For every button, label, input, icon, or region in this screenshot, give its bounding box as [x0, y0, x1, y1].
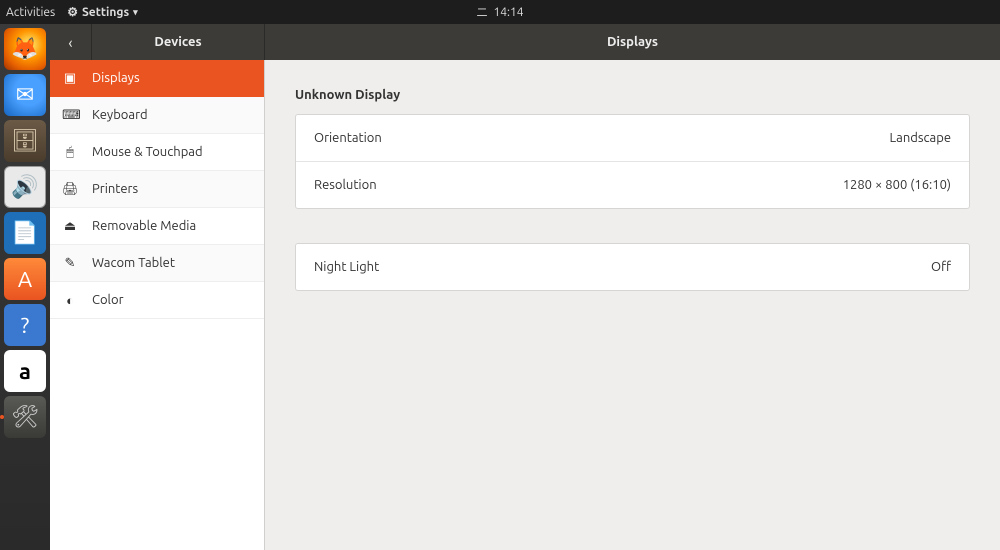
displays-panel: Unknown Display Orientation Landscape Re…	[265, 60, 1000, 550]
night-light-list: Night Light Off	[295, 243, 970, 291]
night-light-row[interactable]: Night Light Off	[296, 244, 969, 290]
wrench-icon: 🛠	[11, 404, 39, 430]
sidebar-item-color[interactable]: ◐ Color	[50, 282, 264, 319]
sidebar-item-label: Removable Media	[92, 219, 196, 233]
sidebar-item-keyboard[interactable]: ⌨ Keyboard	[50, 97, 264, 134]
page-title: Displays	[265, 24, 1000, 60]
files-icon: 🗄	[11, 128, 39, 154]
sidebar-item-label: Displays	[92, 71, 140, 85]
dock-icon-libreoffice-writer[interactable]: 📄	[4, 212, 46, 254]
activities-button[interactable]: Activities	[6, 6, 55, 19]
firefox-icon: 🦊	[11, 36, 38, 62]
tablet-icon: ✎	[62, 256, 78, 271]
row-value: Landscape	[890, 131, 951, 145]
color-icon: ◐	[62, 293, 78, 308]
sidebar-item-label: Mouse & Touchpad	[92, 145, 203, 159]
day-glyph: 二	[476, 4, 487, 20]
amazon-icon: a	[19, 359, 31, 384]
sidebar-item-printers[interactable]: 🖨 Printers	[50, 171, 264, 208]
row-label: Orientation	[314, 131, 382, 145]
app-menu[interactable]: ⚙ Settings ▾	[67, 5, 137, 19]
settings-sidebar: ▣ Displays ⌨ Keyboard 🖱 Mouse & Touchpad…	[50, 60, 265, 550]
printer-icon: 🖨	[62, 182, 78, 197]
sidebar-item-label: Color	[92, 293, 124, 307]
header-bar: ‹ Devices Displays	[50, 24, 1000, 60]
mouse-icon: 🖱	[62, 145, 78, 160]
chevron-down-icon: ▾	[133, 7, 138, 18]
clock[interactable]: 二 14:14	[476, 4, 523, 20]
dock-icon-ubuntu-software[interactable]: A	[4, 258, 46, 300]
usb-icon: ⏏	[62, 219, 78, 234]
display-icon: ▣	[62, 71, 78, 86]
ubuntu-dock: 🦊 ✉ 🗄 🔊 📄 A ? a 🛠	[0, 24, 50, 550]
document-icon: 📄	[11, 220, 38, 246]
sidebar-item-label: Wacom Tablet	[92, 256, 175, 270]
speaker-icon: 🔊	[11, 174, 38, 200]
settings-window: ‹ Devices Displays ▣ Displays ⌨ Keyboard…	[50, 24, 1000, 550]
sidebar-item-mouse-touchpad[interactable]: 🖱 Mouse & Touchpad	[50, 134, 264, 171]
row-value: 1280 × 800 (16:10)	[843, 178, 951, 192]
sidebar-item-label: Keyboard	[92, 108, 148, 122]
help-icon: ?	[21, 313, 30, 338]
app-menu-label: Settings	[82, 6, 129, 19]
dock-icon-rhythmbox[interactable]: 🔊	[4, 166, 46, 208]
keyboard-icon: ⌨	[62, 108, 78, 123]
chevron-left-icon: ‹	[68, 34, 72, 51]
row-label: Night Light	[314, 260, 379, 274]
settings-icon: ⚙	[67, 5, 78, 19]
back-button[interactable]: ‹	[50, 24, 92, 60]
sidebar-item-wacom-tablet[interactable]: ✎ Wacom Tablet	[50, 245, 264, 282]
resolution-row[interactable]: Resolution 1280 × 800 (16:10)	[296, 161, 969, 208]
dock-icon-settings[interactable]: 🛠	[4, 396, 46, 438]
dock-icon-help[interactable]: ?	[4, 304, 46, 346]
row-label: Resolution	[314, 178, 377, 192]
sidebar-item-label: Printers	[92, 182, 138, 196]
clock-time: 14:14	[493, 6, 523, 19]
shopping-bag-icon: A	[18, 267, 32, 292]
dock-icon-thunderbird[interactable]: ✉	[4, 74, 46, 116]
sidebar-item-displays[interactable]: ▣ Displays	[50, 60, 264, 97]
dock-icon-files[interactable]: 🗄	[4, 120, 46, 162]
header-sidebar-section: ‹ Devices	[50, 24, 265, 60]
window-body: ▣ Displays ⌨ Keyboard 🖱 Mouse & Touchpad…	[50, 60, 1000, 550]
sidebar-item-removable-media[interactable]: ⏏ Removable Media	[50, 208, 264, 245]
display-name-label: Unknown Display	[295, 88, 970, 102]
sidebar-title: Devices	[92, 35, 264, 49]
gnome-top-bar: Activities ⚙ Settings ▾ 二 14:14	[0, 0, 1000, 24]
orientation-row[interactable]: Orientation Landscape	[296, 115, 969, 161]
dock-icon-firefox[interactable]: 🦊	[4, 28, 46, 70]
display-settings-list: Orientation Landscape Resolution 1280 × …	[295, 114, 970, 209]
row-value: Off	[931, 260, 951, 274]
dock-icon-amazon[interactable]: a	[4, 350, 46, 392]
thunderbird-icon: ✉	[16, 82, 34, 108]
